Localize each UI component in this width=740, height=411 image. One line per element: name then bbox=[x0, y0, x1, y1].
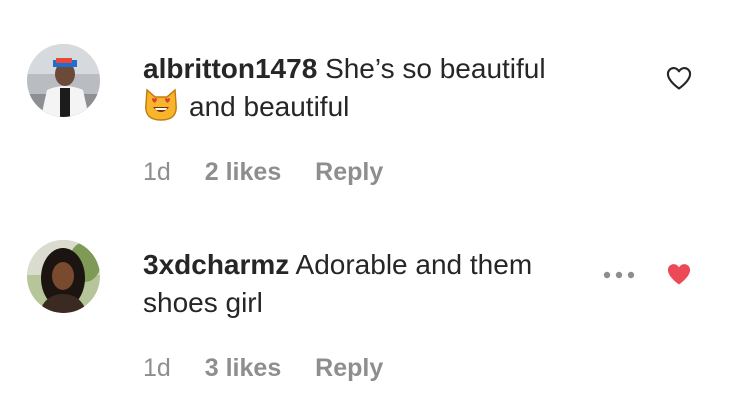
comment-username[interactable]: albritton1478 bbox=[143, 53, 317, 84]
comment-likes[interactable]: 3 likes bbox=[205, 354, 281, 382]
reply-button[interactable]: Reply bbox=[315, 158, 383, 186]
comment-meta: 1d 2 likes Reply bbox=[143, 158, 410, 187]
heart-filled-icon[interactable] bbox=[665, 260, 693, 288]
comment-meta: 1d 3 likes Reply bbox=[143, 354, 410, 383]
comment-item: albritton1478 She’s so beautiful and bea… bbox=[0, 44, 740, 194]
comment-likes[interactable]: 2 likes bbox=[205, 158, 281, 186]
heart-outline-icon[interactable] bbox=[665, 64, 693, 92]
comment-time: 1d bbox=[143, 354, 171, 382]
comment-username[interactable]: 3xdcharmz bbox=[143, 249, 289, 280]
avatar[interactable] bbox=[27, 240, 100, 313]
avatar[interactable] bbox=[27, 44, 100, 117]
comment-text: albritton1478 She’s so beautiful and bea… bbox=[143, 50, 593, 132]
comment-body-line2: and beautiful bbox=[189, 91, 350, 122]
comment-text: 3xdcharmz Adorable and them shoes girl bbox=[143, 246, 593, 322]
reply-button[interactable]: Reply bbox=[315, 354, 383, 382]
smiling-cat-heart-eyes-icon bbox=[143, 88, 179, 132]
comment-item: 3xdcharmz Adorable and them shoes girl 1… bbox=[0, 240, 740, 390]
comment-time: 1d bbox=[143, 158, 171, 186]
comment-body-line2: shoes girl bbox=[143, 287, 263, 318]
comment-body-line1: She’s so beautiful bbox=[325, 53, 546, 84]
more-options-icon[interactable] bbox=[601, 268, 637, 280]
comment-body-line1: Adorable and them bbox=[295, 249, 533, 280]
